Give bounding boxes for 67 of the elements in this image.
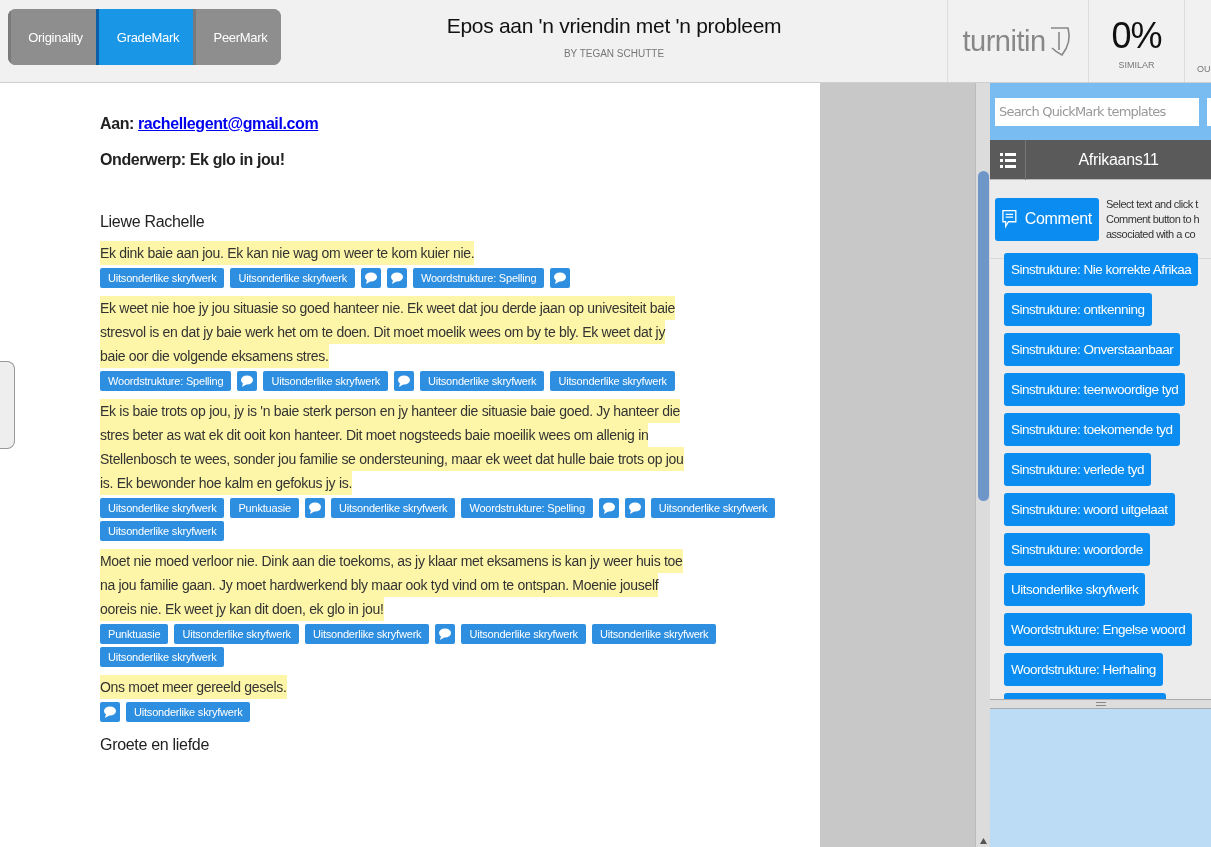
quickmark-label[interactable]: Uitsonderlike skryfwerk [650,498,776,518]
search-button[interactable] [1207,97,1211,126]
search-field[interactable]: Search QuickMark templates [995,97,1199,126]
resize-grip[interactable] [1095,702,1106,706]
quickmark-label[interactable]: Uitsonderlike skryfwerk [330,498,456,518]
help-text: associated with a co [1106,226,1197,242]
paper-title: Epos aan 'n vriendin met 'n probleem [446,14,782,38]
quickmark-button[interactable]: Sinstrukture: Onverstaanbaar [1004,333,1181,366]
quickmark-label[interactable]: Uitsonderlike skryfwerk [100,647,225,667]
side-handle[interactable] [0,361,15,449]
scroll-up-icon[interactable] [980,838,987,844]
greeting: Liewe Rachelle [100,213,205,231]
quickmark-label[interactable]: Uitsonderlike skryfwerk [419,371,545,391]
quickmark-button[interactable]: Sinstrukture: verlede tyd [1004,453,1152,486]
quickmark-label[interactable]: Uitsonderlike skryfwerk [100,268,225,288]
similarity-score[interactable]: 0% [1111,18,1162,54]
quickmark-button[interactable]: Sinstrukture: woord uitgelaat [1004,493,1175,526]
comment-icon[interactable] [624,498,645,518]
quickmark-label[interactable]: Woordstrukture: Spelling [412,268,545,288]
comment-icon[interactable] [100,702,120,722]
subject-line: Onderwerp: Ek glo in jou! [100,151,285,169]
comment-button[interactable]: Comment [995,197,1099,241]
quickmark-label[interactable]: Uitsonderlike skryfwerk [100,521,225,541]
quickmark-button[interactable]: Sinstrukture: Nie korrekte Afrikaa [1004,253,1199,286]
quickmark-button[interactable]: Sinstrukture: toekomende tyd [1004,413,1180,446]
comment-icon[interactable] [237,371,258,391]
comment-icon[interactable] [550,268,571,288]
quickmark-label[interactable]: Uitsonderlike skryfwerk [263,371,388,391]
quickmark-button[interactable]: Woordstrukture: Engelse woord [1004,613,1193,646]
tab[interactable]: GradeMark [96,9,193,65]
quickmark-label[interactable]: Punktuasie [100,624,169,644]
quickmark-label[interactable]: Uitsonderlike skryfwerk [461,624,586,644]
quickmark-label[interactable]: Uitsonderlike skryfwerk [126,702,251,722]
quickmark-label[interactable]: Uitsonderlike skryfwerk [174,624,299,644]
quickmark-label[interactable]: Uitsonderlike skryfwerk [591,624,717,644]
comment-icon[interactable] [393,371,414,391]
quickmark-button[interactable]: Sinstrukture: ontkenning [1004,293,1152,326]
comment-icon[interactable] [360,268,381,288]
score-label: OU [1197,64,1211,74]
recipient-line: Aan: rachellegent@gmail.com [100,115,319,133]
quickmark-button[interactable]: Uitsonderlike skryfwerk [1004,573,1146,606]
similarity-label: SIMILAR [1118,60,1155,70]
comment-icon[interactable] [304,498,325,518]
help-text: Comment button to h [1106,211,1200,227]
quickmark-label[interactable]: Woordstrukture: Spelling [461,498,593,518]
list-icon [999,151,1016,168]
quickmark-label[interactable]: Punktuasie [230,498,299,518]
quickmark-label[interactable]: Uitsonderlike skryfwerk [100,498,225,518]
quickmark-label[interactable]: Uitsonderlike skryfwerk [304,624,430,644]
email-link[interactable]: rachellegent@gmail.com [138,115,319,132]
quickmark-button[interactable]: Sinstrukture: teenwoordige tyd [1004,373,1186,406]
quickmark-button[interactable]: Sinstrukture: woordorde [1004,533,1150,566]
quickmark-label[interactable]: Uitsonderlike skryfwerk [230,268,355,288]
quickmark-label[interactable]: Woordstrukture: Spelling [100,371,232,391]
comment-icon[interactable] [435,624,456,644]
brand-logo: turnitin [962,24,1046,58]
closing: Groete en liefde [100,736,210,754]
quickmark-label[interactable]: Uitsonderlike skryfwerk [550,371,675,391]
quickmark-button[interactable]: Woordstrukture: Herhaling [1004,653,1163,686]
paper-author: BY TEGAN SCHUTTE [563,48,665,59]
quickmark-set-name: Afrikaans11 [1077,150,1160,169]
help-text: Select text and click t [1106,196,1200,212]
scrollbar-thumb[interactable] [978,171,989,501]
tab[interactable]: PeerMark [193,9,281,65]
comment-icon[interactable] [598,498,619,518]
comment-icon[interactable] [386,268,407,288]
comment-icon [1002,209,1017,229]
